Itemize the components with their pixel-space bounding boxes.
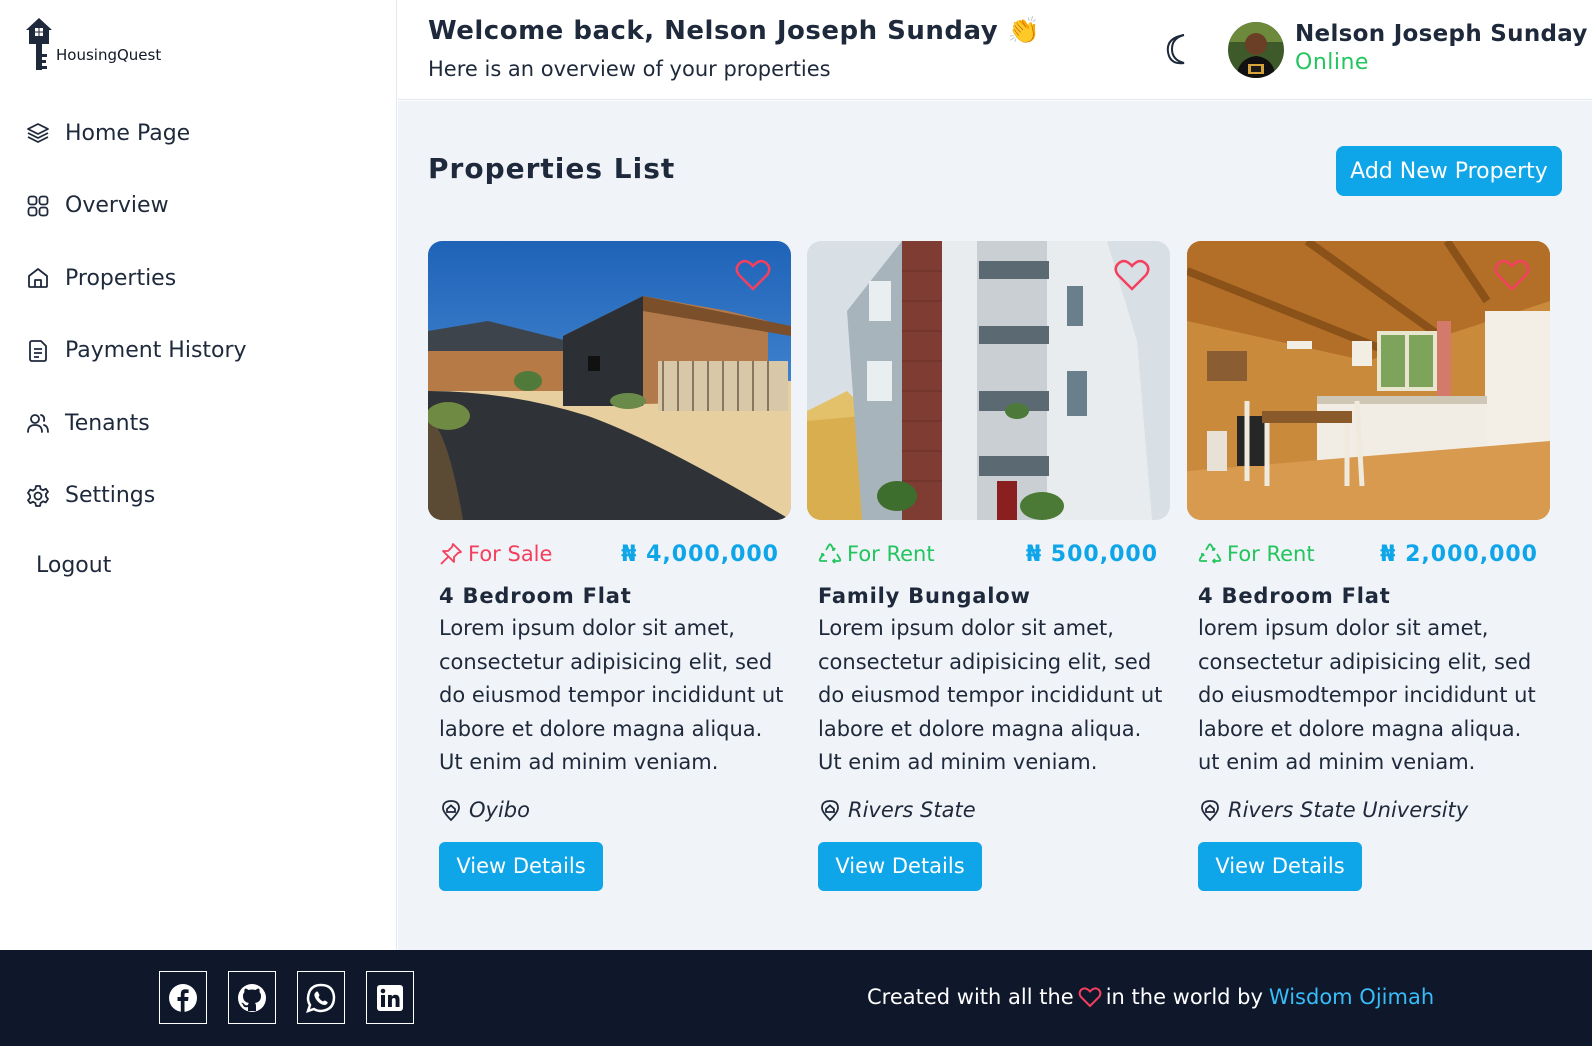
footer-credit: Created with all the in the world by Wis… — [867, 985, 1434, 1009]
property-description: Lorem ipsum dolor sit amet, consectetur … — [439, 616, 784, 774]
house-key-icon — [26, 18, 52, 70]
credit-text-after: in the world by — [1105, 985, 1263, 1009]
status-badge: For Rent — [1198, 542, 1315, 566]
add-property-button[interactable]: Add New Property — [1336, 146, 1562, 196]
property-meta: For Rent ₦ 2,000,000 — [1187, 534, 1550, 584]
home-icon — [28, 268, 48, 288]
property-title: 4 Bedroom Flat — [439, 584, 632, 608]
app-name: HousingQuest — [56, 46, 162, 64]
recycle-icon — [818, 543, 842, 564]
sidebar-item-home-page[interactable]: Home Page — [26, 115, 247, 151]
welcome-heading: Welcome back, Nelson Joseph Sunday 👏 — [428, 16, 1041, 46]
main-content: Properties List Add New Property For Sal… — [398, 101, 1592, 950]
sidebar-item-label: Payment History — [65, 338, 247, 363]
location-label: Rivers State — [848, 797, 976, 822]
location-label: Oyibo — [469, 797, 530, 822]
layers-icon — [27, 123, 49, 143]
favorite-heart-icon[interactable] — [1114, 258, 1150, 292]
gear-icon — [27, 484, 49, 507]
property-meta: For Sale ₦ 4,000,000 — [428, 534, 791, 584]
linkedin-icon — [377, 984, 403, 1011]
property-price: ₦ 2,000,000 — [1380, 542, 1538, 567]
property-title: Family Bungalow — [818, 584, 1031, 608]
sidebar-item-overview[interactable]: Overview — [26, 188, 247, 224]
property-price: ₦ 500,000 — [1025, 542, 1158, 567]
avatar-image — [1228, 22, 1284, 78]
footer: Created with all the in the world by Wis… — [0, 950, 1592, 1046]
view-details-button[interactable]: View Details — [1198, 841, 1362, 891]
sidebar-item-payment-history[interactable]: Payment History — [26, 333, 247, 369]
favorite-heart-icon[interactable] — [1494, 258, 1530, 292]
sidebar-item-settings[interactable]: Settings — [26, 478, 247, 514]
author-link[interactable]: Wisdom Ojimah — [1269, 985, 1434, 1009]
property-title: 4 Bedroom Flat — [1198, 584, 1391, 608]
document-icon — [29, 339, 47, 362]
sidebar-item-tenants[interactable]: Tenants — [26, 405, 247, 441]
avatar[interactable] — [1228, 22, 1284, 78]
sidebar-nav: Home Page Overview Properties Payment Hi… — [26, 115, 247, 550]
top-header: Welcome back, Nelson Joseph Sunday 👏 Her… — [398, 0, 1592, 100]
sidebar-item-properties[interactable]: Properties — [26, 260, 247, 296]
favorite-heart-icon[interactable] — [735, 258, 771, 292]
user-name: Nelson Joseph Sunday — [1295, 21, 1588, 47]
facebook-link[interactable] — [159, 971, 207, 1024]
github-link[interactable] — [228, 971, 276, 1024]
view-details-button[interactable]: View Details — [439, 841, 603, 891]
whatsapp-icon — [306, 983, 336, 1013]
facebook-icon — [169, 983, 197, 1012]
welcome-subtitle: Here is an overview of your properties — [428, 57, 831, 81]
sidebar: HousingQuest Home Page Overview Properti… — [0, 0, 397, 950]
status-label: For Rent — [1227, 542, 1315, 566]
location-icon — [821, 799, 839, 821]
property-card: For Rent ₦ 2,000,000 4 Bedroom Flat lore… — [1187, 241, 1550, 891]
property-meta: For Rent ₦ 500,000 — [807, 534, 1170, 584]
status-label: For Rent — [847, 542, 935, 566]
status-badge: For Rent — [818, 542, 935, 566]
property-location: Rivers State — [818, 798, 1170, 822]
recycle-icon — [1198, 543, 1222, 564]
pin-icon — [440, 543, 462, 565]
sidebar-item-label: Home Page — [65, 120, 191, 146]
whatsapp-link[interactable] — [297, 971, 345, 1024]
location-label: Rivers State University — [1228, 797, 1469, 822]
property-description: Lorem ipsum dolor sit amet, consectetur … — [818, 616, 1163, 774]
location-icon — [1201, 799, 1219, 821]
view-details-button[interactable]: View Details — [818, 841, 982, 891]
location-icon — [442, 799, 460, 821]
property-card: For Sale ₦ 4,000,000 4 Bedroom Flat Lore… — [428, 241, 791, 891]
page-title: Properties List — [428, 152, 676, 185]
sidebar-item-label: Settings — [65, 483, 156, 508]
credit-text-before: Created with all the — [867, 985, 1074, 1009]
property-description: lorem ipsum dolor sit amet, consectetur … — [1198, 616, 1536, 774]
property-price: ₦ 4,000,000 — [621, 542, 779, 567]
status-badge: For Sale — [439, 542, 552, 566]
status-label: For Sale — [468, 542, 553, 566]
property-location: Oyibo — [439, 798, 791, 822]
github-icon — [238, 983, 266, 1012]
property-image[interactable] — [807, 241, 1170, 520]
user-status: Online — [1295, 50, 1369, 75]
grid-icon — [27, 195, 49, 216]
property-card: For Rent ₦ 500,000 Family Bungalow Lorem… — [807, 241, 1170, 891]
sidebar-item-label: Overview — [65, 193, 169, 218]
property-image[interactable] — [1187, 241, 1550, 520]
moon-icon[interactable] — [1164, 32, 1194, 66]
sidebar-item-label: Properties — [65, 265, 177, 291]
app-logo[interactable]: HousingQuest — [24, 16, 161, 74]
logout-button[interactable]: Logout — [36, 553, 111, 578]
users-icon — [27, 414, 49, 433]
heart-icon — [1078, 987, 1102, 1008]
property-location: Rivers State University — [1198, 798, 1550, 822]
sidebar-item-label: Tenants — [65, 410, 150, 436]
property-image[interactable] — [428, 241, 791, 520]
linkedin-link[interactable] — [366, 971, 414, 1024]
